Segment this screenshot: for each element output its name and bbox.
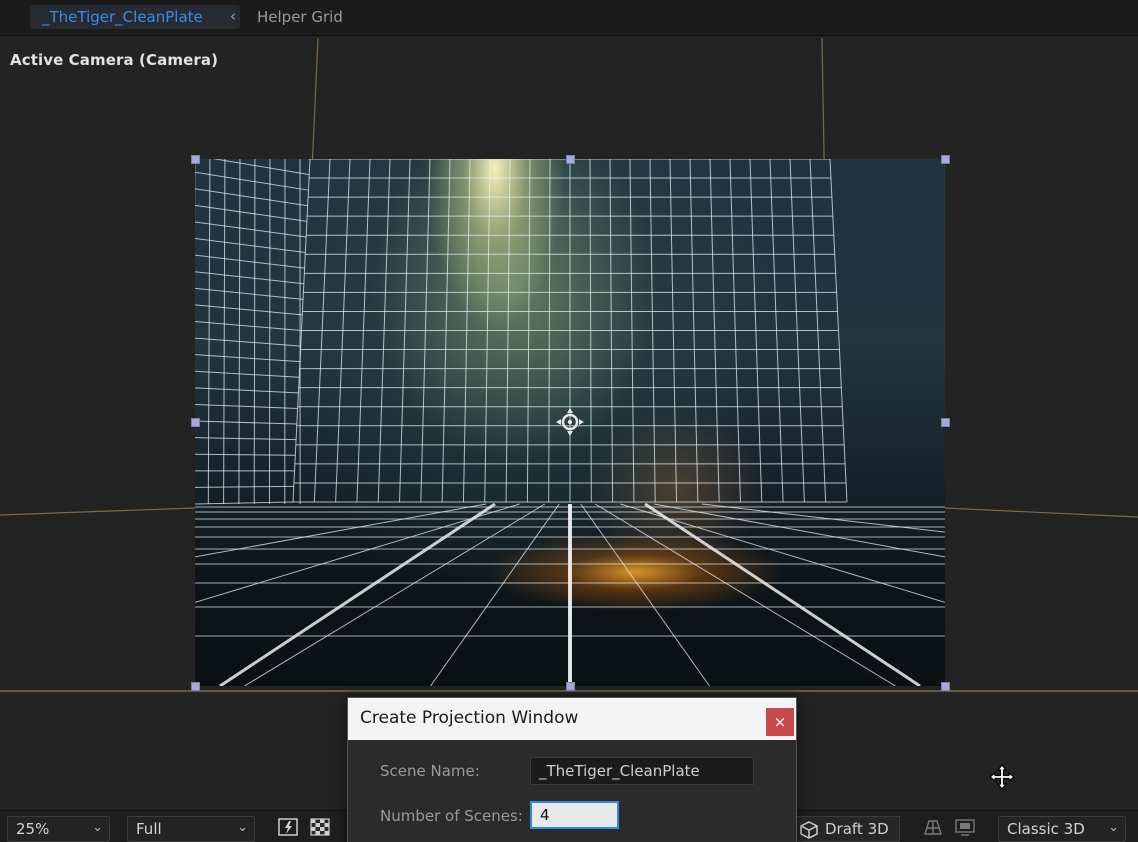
- magnification-dropdown[interactable]: 25% ⌄: [7, 816, 110, 842]
- number-of-scenes-label: Number of Scenes:: [380, 807, 523, 825]
- renderer-dropdown[interactable]: Classic 3D ⌄: [998, 816, 1126, 842]
- chevron-down-icon: ⌄: [1108, 820, 1119, 835]
- layer-handle-top-right[interactable]: [941, 155, 950, 164]
- layer-handle-middle-left[interactable]: [191, 418, 200, 427]
- close-icon[interactable]: ×: [766, 708, 794, 736]
- layer-handle-top-center[interactable]: [566, 155, 575, 164]
- dialog-title-bar[interactable]: Create Projection Window ×: [348, 698, 796, 740]
- dialog-title: Create Projection Window: [360, 708, 579, 728]
- layer-handle-bottom-right[interactable]: [941, 682, 950, 691]
- after-effects-composition-viewer: _TheTiger_CleanPlate ‹ Helper Grid Activ…: [0, 0, 1138, 842]
- cube-icon: [800, 821, 818, 839]
- draft-3d-label: Draft 3D: [825, 820, 889, 838]
- view-options-icon[interactable]: [954, 816, 976, 838]
- transform-anchor-icon[interactable]: [556, 408, 584, 436]
- create-projection-dialog: Create Projection Window × Scene Name: _…: [347, 697, 797, 842]
- scene-name-field[interactable]: _TheTiger_CleanPlate: [530, 757, 754, 785]
- chevron-down-icon: ⌄: [92, 820, 103, 835]
- layer-handle-bottom-left[interactable]: [191, 682, 200, 691]
- transparency-grid-icon[interactable]: [309, 816, 331, 838]
- layer-handle-top-left[interactable]: [191, 155, 200, 164]
- move-cursor-icon: [989, 764, 1015, 790]
- draft-3d-button[interactable]: Draft 3D: [792, 816, 900, 842]
- number-of-scenes-field[interactable]: 4: [530, 801, 619, 829]
- view-layout-icon[interactable]: [922, 816, 944, 838]
- magnification-value: 25%: [16, 820, 50, 838]
- resolution-value: Full: [136, 820, 162, 838]
- renderer-value: Classic 3D: [1007, 820, 1085, 838]
- layer-handle-bottom-center[interactable]: [566, 682, 575, 691]
- scene-name-label: Scene Name:: [380, 762, 480, 780]
- resolution-dropdown[interactable]: Full ⌄: [127, 816, 255, 842]
- layer-handle-middle-right[interactable]: [941, 418, 950, 427]
- chevron-down-icon: ⌄: [237, 820, 248, 835]
- fast-preview-icon[interactable]: [277, 816, 299, 838]
